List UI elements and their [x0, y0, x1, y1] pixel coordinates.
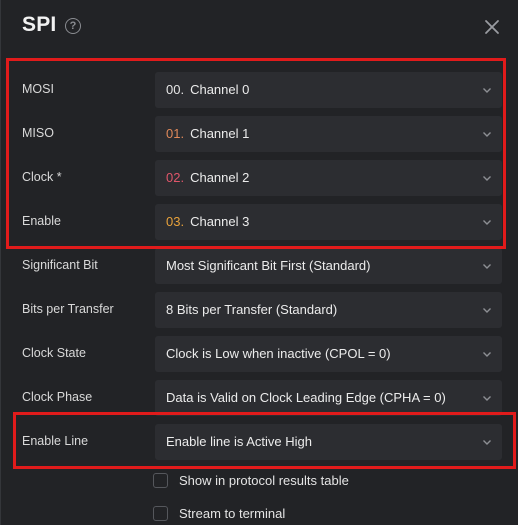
significant-bit-select[interactable]: Most Significant Bit First (Standard)	[155, 248, 502, 284]
checkbox-box[interactable]	[153, 473, 168, 488]
highlight-box-enable-line	[13, 412, 516, 469]
checkbox-box[interactable]	[153, 506, 168, 521]
setting-label: Clock State	[22, 346, 86, 360]
checkbox-label: Show in protocol results table	[179, 473, 349, 488]
chevron-down-icon	[483, 308, 491, 313]
select-value: Data is Valid on Clock Leading Edge (CPH…	[166, 390, 446, 405]
dialog-header: SPI ?	[1, 0, 518, 56]
checkbox-label: Stream to terminal	[179, 506, 286, 521]
highlight-box-channels	[6, 58, 506, 249]
setting-row-bits-per-transfer: Bits per Transfer 8 Bits per Transfer (S…	[1, 287, 518, 331]
chevron-down-icon	[483, 396, 491, 401]
select-value: Most Significant Bit First (Standard)	[166, 258, 371, 273]
setting-row-clock-state: Clock State Clock is Low when inactive (…	[1, 331, 518, 375]
select-value: Clock is Low when inactive (CPOL = 0)	[166, 346, 391, 361]
bits-per-transfer-select[interactable]: 8 Bits per Transfer (Standard)	[155, 292, 502, 328]
close-icon[interactable]	[483, 18, 501, 36]
clock-phase-select[interactable]: Data is Valid on Clock Leading Edge (CPH…	[155, 380, 502, 416]
spi-settings-dialog: SPI ? MOSI 00. Channel 0 MISO 01. Channel …	[0, 0, 518, 525]
setting-label: Significant Bit	[22, 258, 98, 272]
chevron-down-icon	[483, 352, 491, 357]
help-icon[interactable]: ?	[65, 18, 81, 34]
select-value: 8 Bits per Transfer (Standard)	[166, 302, 338, 317]
setting-label: Bits per Transfer	[22, 302, 114, 316]
dialog-title: SPI	[22, 13, 57, 36]
chevron-down-icon	[483, 264, 491, 269]
clock-state-select[interactable]: Clock is Low when inactive (CPOL = 0)	[155, 336, 502, 372]
setting-row-significant-bit: Significant Bit Most Significant Bit Fir…	[1, 243, 518, 287]
